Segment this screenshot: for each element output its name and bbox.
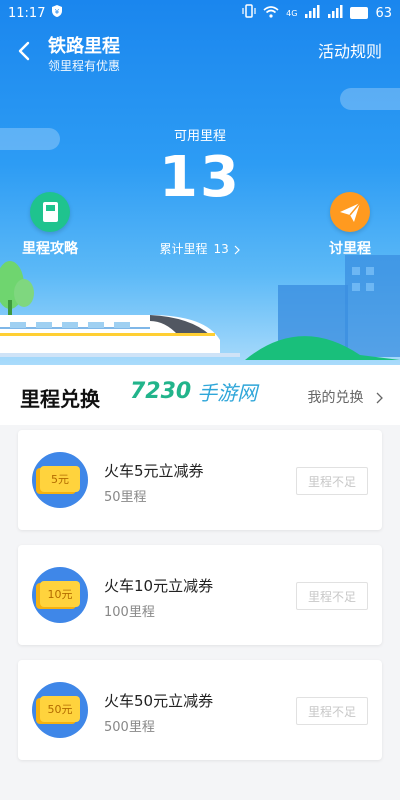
- ticket-icon: 10元: [32, 567, 88, 623]
- watermark-text: 手游网: [197, 381, 258, 405]
- rules-link[interactable]: 活动规则: [318, 38, 382, 62]
- exchange-button[interactable]: 里程不足: [296, 582, 368, 610]
- coupon-miles: 100里程: [104, 605, 155, 620]
- vibrate-icon: [242, 4, 256, 22]
- exchange-button[interactable]: 里程不足: [296, 697, 368, 725]
- train-illustration: [0, 255, 400, 360]
- back-button[interactable]: [12, 38, 38, 64]
- cloud-decor: [340, 88, 400, 110]
- coupon-name: 火车5元立减券: [104, 462, 204, 480]
- exchange-section: 里程兑换 7230 手游网 我的兑换 5元 火车5元立减券 50里程 里程不足 …: [0, 365, 400, 800]
- page-title: 铁路里程: [48, 36, 120, 57]
- app-header: 铁路里程 领里程有优惠 活动规则: [0, 26, 400, 78]
- svg-text:¥: ¥: [55, 8, 60, 16]
- ticket-icon: 5元: [32, 452, 88, 508]
- coupon-name: 火车10元立减券: [104, 577, 214, 595]
- coupon-miles: 500里程: [104, 720, 155, 735]
- coupon-card[interactable]: 10元 火车10元立减券 100里程 里程不足: [18, 545, 382, 645]
- chevron-right-icon: [376, 392, 383, 404]
- shield-icon: ¥: [51, 4, 63, 22]
- exchange-button[interactable]: 里程不足: [296, 467, 368, 495]
- my-exchange-label: 我的兑换: [307, 390, 364, 406]
- ticket-value: 5元: [40, 466, 80, 492]
- status-time: 11:17: [8, 5, 46, 21]
- exchange-header: 里程兑换 7230 手游网 我的兑换: [0, 365, 400, 425]
- coupon-miles: 50里程: [104, 490, 147, 505]
- battery-level: 63: [375, 5, 392, 21]
- ticket-value: 50元: [40, 696, 80, 722]
- paper-plane-icon: [330, 192, 370, 232]
- watermark-number: 7230: [130, 379, 192, 404]
- coupon-name: 火车50元立减券: [104, 692, 214, 710]
- my-exchange-link[interactable]: 我的兑换: [308, 387, 384, 407]
- hero-banner: 11:17 ¥ 4G 63 铁路里程 领里程有优惠 活动规则 可用里程 13 里…: [0, 0, 400, 365]
- status-bar: 11:17 ¥ 4G 63: [0, 0, 400, 26]
- book-icon: [30, 192, 70, 232]
- network-type: 4G: [286, 8, 298, 18]
- signal-icon: [327, 4, 343, 22]
- coupon-card[interactable]: 50元 火车50元立减券 500里程 里程不足: [18, 660, 382, 760]
- chevron-left-icon: [18, 41, 30, 61]
- signal-icon: [304, 4, 320, 22]
- coupon-card[interactable]: 5元 火车5元立减券 50里程 里程不足: [18, 430, 382, 530]
- exchange-title: 里程兑换: [20, 387, 100, 411]
- battery-icon: [350, 7, 369, 19]
- available-miles-label: 可用里程: [173, 129, 226, 144]
- ticket-value: 10元: [40, 581, 80, 607]
- ticket-icon: 50元: [32, 682, 88, 738]
- page-subtitle: 领里程有优惠: [48, 59, 121, 73]
- watermark-logo: 7230 手游网: [130, 377, 257, 406]
- wifi-icon: [263, 5, 279, 22]
